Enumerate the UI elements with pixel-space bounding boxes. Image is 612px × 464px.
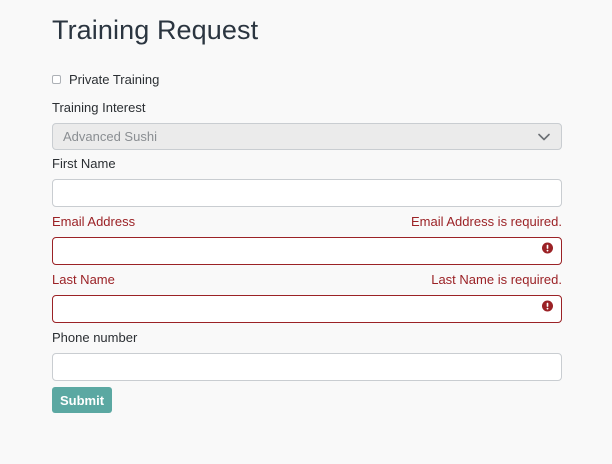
page-title: Training Request: [52, 15, 259, 45]
email-error-message: Email Address is required.: [410, 214, 562, 229]
email-input[interactable]: [52, 237, 562, 265]
last-name-label: Last Name: [52, 272, 115, 287]
first-name-field: First Name: [52, 156, 562, 207]
private-training-label: Private Training: [69, 71, 160, 87]
phone-input[interactable]: [52, 353, 562, 381]
last-name-input[interactable]: [52, 295, 562, 323]
last-name-error-message: Last Name is required.: [431, 272, 562, 287]
training-interest-label: Training Interest: [52, 100, 146, 115]
first-name-label: First Name: [52, 156, 116, 171]
error-icon: [542, 242, 553, 254]
email-label: Email Address: [52, 214, 136, 229]
error-icon: [542, 300, 553, 312]
phone-label: Phone number: [52, 330, 138, 345]
private-training-row[interactable]: Private Training: [52, 71, 159, 87]
last-name-field: Last Name Last Name is required.: [52, 272, 562, 323]
training-interest-value: Advanced Sushi: [63, 129, 157, 144]
submit-button[interactable]: Submit: [52, 387, 113, 413]
training-interest-field: Training Interest Advanced Sushi: [52, 100, 562, 150]
private-training-checkbox[interactable]: [52, 74, 61, 84]
email-field: Email Address Email Address is required.: [52, 214, 562, 265]
first-name-input[interactable]: [52, 179, 562, 207]
training-interest-select[interactable]: Advanced Sushi: [52, 123, 562, 150]
phone-field: Phone number: [52, 330, 562, 381]
chevron-down-icon: [537, 130, 551, 144]
